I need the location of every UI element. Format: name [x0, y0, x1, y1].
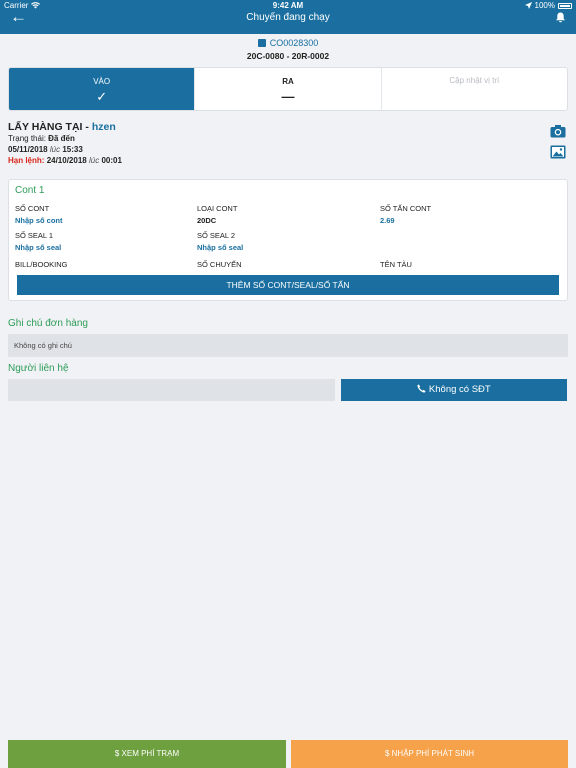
pickup-heading: LẤY HÀNG TẠI - hzen	[8, 121, 116, 133]
field-seal-1[interactable]: SỐ SEAL 1 Nhập số seal	[15, 231, 61, 252]
seal-1-input[interactable]: Nhập số seal	[15, 243, 61, 252]
container-card: Cont 1 SỐ CONT Nhập số cont LOẠI CONT 20…	[8, 179, 568, 301]
trip-code-text: CO0028300	[269, 38, 319, 48]
dash-icon: —	[281, 89, 295, 104]
clock: 9:42 AM	[272, 1, 304, 10]
enter-extra-fee-button[interactable]: $ NHẬP PHÍ PHÁT SINH	[291, 740, 568, 768]
call-phone-label: Không có SĐT	[428, 384, 491, 395]
location-arrow-icon	[524, 2, 532, 9]
cont-number-input[interactable]: Nhập số cont	[15, 216, 63, 225]
seal-2-input[interactable]: Nhập số seal	[197, 243, 243, 252]
contact-name-field	[8, 379, 335, 401]
view-station-fee-button[interactable]: $ XEM PHÍ TRẠM	[8, 740, 286, 768]
arrival-row: 05/11/2018 lúc 15:33	[8, 145, 83, 154]
vehicle-plates: 20C-0080 - 20R-0002	[246, 51, 330, 61]
field-bill-booking: BILL/BOOKING	[15, 260, 68, 269]
phone-icon	[417, 384, 426, 393]
pickup-info: LẤY HÀNG TẠI - hzen Trạng thái: Đã đến 0…	[8, 121, 548, 171]
trip-code: CO0028300	[0, 38, 576, 48]
call-phone-button[interactable]: Không có SĐT	[341, 379, 567, 401]
tab-bar: VÀO ✓ RA — Cập nhật vị trí	[8, 67, 568, 111]
container-title: Cont 1	[15, 185, 45, 196]
tab-vao-label: VÀO	[93, 77, 111, 86]
pickup-location: hzen	[91, 121, 116, 133]
tab-vao[interactable]: VÀO ✓	[9, 68, 196, 110]
field-voyage: SỐ CHUYẾN	[197, 260, 242, 269]
battery-icon	[558, 2, 572, 9]
add-cont-seal-tons-button[interactable]: THÊM SỐ CONT/SEAL/SỐ TẤN	[17, 275, 559, 295]
contact-title: Người liên hệ	[8, 363, 69, 374]
cont-type-value: 20DC	[197, 216, 217, 225]
checkmark-icon: ✓	[96, 89, 108, 104]
order-notes-title: Ghi chú đơn hàng	[8, 318, 88, 329]
status-row: Trạng thái: Đã đến	[8, 134, 75, 143]
field-cont-type: LOẠI CONT 20DC	[197, 204, 238, 225]
deadline-row: Hạn lệnh: 24/10/2018 lúc 00:01	[8, 156, 122, 165]
field-cont-number[interactable]: SỐ CONT Nhập số cont	[15, 204, 63, 225]
nav-bar: ← Chuyến đang chạy	[0, 8, 576, 34]
tab-update-location[interactable]: Cập nhật vị trí	[382, 68, 567, 110]
field-vessel: TÊN TÀU	[380, 260, 412, 269]
order-notes-box: Không có ghi chú	[8, 334, 568, 357]
field-seal-2[interactable]: SỐ SEAL 2 Nhập số seal	[197, 231, 243, 252]
document-icon	[257, 39, 266, 47]
tab-ra-label: RA	[282, 77, 294, 86]
bell-icon[interactable]	[555, 12, 566, 23]
camera-icon[interactable]	[550, 124, 566, 138]
tab-ra[interactable]: RA —	[195, 68, 382, 110]
tab-update-location-label: Cập nhật vị trí	[449, 76, 500, 85]
status-value: Đã đến	[48, 134, 75, 143]
image-gallery-icon[interactable]	[550, 145, 566, 159]
page-title: Chuyến đang chạy	[246, 12, 330, 23]
field-cont-tons: SỐ TẤN CONT 2.69	[380, 204, 432, 225]
battery-percent: 100%	[534, 1, 555, 10]
status-bar: Carrier 9:42 AM 100%	[0, 0, 576, 12]
cont-tons-value: 2.69	[380, 216, 395, 225]
